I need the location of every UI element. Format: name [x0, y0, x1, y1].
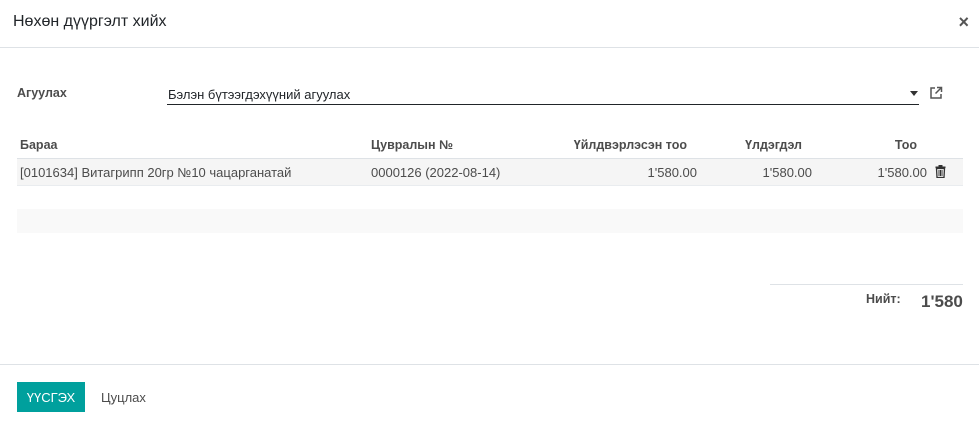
- cell-serial: 0000126 (2022-08-14): [371, 165, 501, 180]
- col-remaining[interactable]: Үлдэгдэл: [745, 138, 802, 152]
- total-divider: [770, 284, 963, 285]
- cell-remaining: 1'580.00: [762, 165, 812, 180]
- cancel-button[interactable]: Цуцлах: [93, 382, 154, 412]
- replenish-dialog: Нөхөн дүүргэлт хийх × Агуулах Бэлэн бүтэ…: [0, 0, 979, 432]
- cell-product: [0101634] Витагрипп 20гр №10 чацарганата…: [20, 165, 292, 180]
- warehouse-select-value: Бэлэн бүтээгдэхүүний агуулах: [168, 87, 351, 102]
- caret-down-icon[interactable]: [910, 91, 918, 96]
- lines-table: Бараа Цувралын № Үйлдвэрлэсэн тоо Үлдэгд…: [17, 131, 963, 186]
- dialog-title: Нөхөн дүүргэлт хийх: [13, 13, 167, 30]
- total-label: Нийт:: [866, 292, 901, 306]
- close-icon[interactable]: ×: [958, 12, 969, 32]
- table-row[interactable]: [0101634] Витагрипп 20гр №10 чацарганата…: [17, 159, 963, 186]
- col-serial[interactable]: Цувралын №: [371, 138, 453, 152]
- warehouse-label: Агуулах: [17, 86, 67, 100]
- col-qty[interactable]: Тоо: [895, 138, 917, 152]
- col-product[interactable]: Бараа: [20, 138, 57, 152]
- cell-produced-qty: 1'580.00: [647, 165, 697, 180]
- table-header: Бараа Цувралын № Үйлдвэрлэсэн тоо Үлдэгд…: [17, 131, 963, 159]
- empty-table-row: [17, 209, 963, 233]
- dialog-header: Нөхөн дүүргэлт хийх ×: [0, 0, 979, 48]
- warehouse-field: Агуулах Бэлэн бүтээгдэхүүний агуулах: [17, 84, 947, 108]
- create-button[interactable]: ҮҮСГЭХ: [17, 382, 85, 412]
- warehouse-select[interactable]: Бэлэн бүтээгдэхүүний агуулах: [167, 84, 919, 105]
- col-produced-qty[interactable]: Үйлдвэрлэсэн тоо: [574, 138, 687, 152]
- cell-qty[interactable]: 1'580.00: [878, 165, 927, 180]
- total-value: 1'580: [921, 292, 963, 311]
- trash-icon[interactable]: [935, 165, 946, 178]
- dialog-footer: ҮҮСГЭХ Цуцлах: [0, 364, 979, 433]
- external-link-icon[interactable]: [929, 86, 943, 100]
